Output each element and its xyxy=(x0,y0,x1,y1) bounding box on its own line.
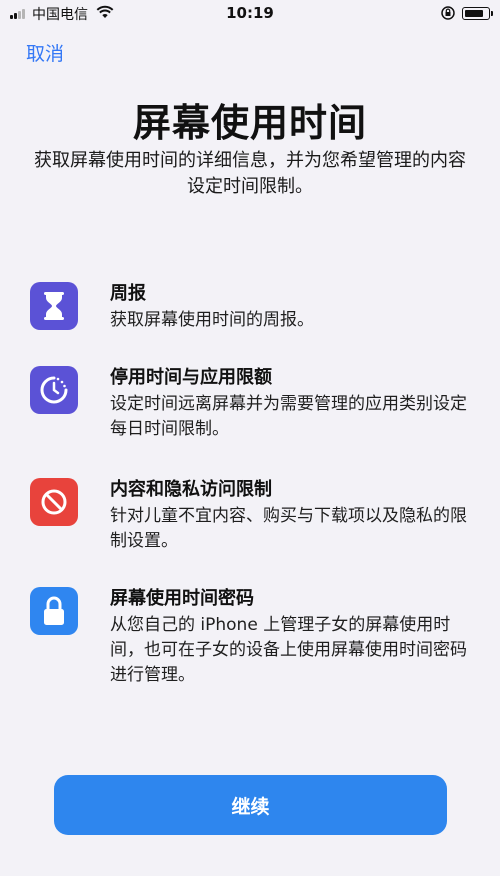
page-title: 屏幕使用时间 xyxy=(132,101,367,145)
feature-title: 停用时间与应用限额 xyxy=(110,367,272,388)
status-time: 10:19 xyxy=(226,4,274,22)
feature-title: 屏幕使用时间密码 xyxy=(110,588,254,609)
rotation-lock-icon xyxy=(441,6,455,20)
screen-time-setup: 中国电信 10:19 取消 屏幕使用时间 获取屏幕使用时间的详细信息，并为您希望… xyxy=(0,0,500,876)
status-bar: 中国电信 10:19 xyxy=(0,0,500,26)
no-entry-icon xyxy=(30,478,78,526)
lock-icon xyxy=(30,587,78,635)
hourglass-icon xyxy=(30,282,78,330)
downtime-icon xyxy=(30,366,78,414)
feature-description: 针对儿童不宜内容、购买与下载项以及隐私的限制设置。 xyxy=(110,506,467,551)
feature-description: 从您自己的 iPhone 上管理子女的屏幕使用时间，也可在子女的设备上使用屏幕使… xyxy=(110,615,467,685)
feature-title: 周报 xyxy=(110,283,146,304)
feature-title: 内容和隐私访问限制 xyxy=(110,479,272,500)
battery-icon xyxy=(462,7,493,20)
page-subtitle: 获取屏幕使用时间的详细信息，并为您希望管理的内容设定时间限制。 xyxy=(34,150,466,197)
continue-button[interactable]: 继续 xyxy=(54,775,447,835)
feature-description: 获取屏幕使用时间的周报。 xyxy=(110,310,314,330)
cancel-button[interactable]: 取消 xyxy=(26,39,64,66)
feature-description: 设定时间远离屏幕并为需要管理的应用类别设定每日时间限制。 xyxy=(110,394,467,439)
